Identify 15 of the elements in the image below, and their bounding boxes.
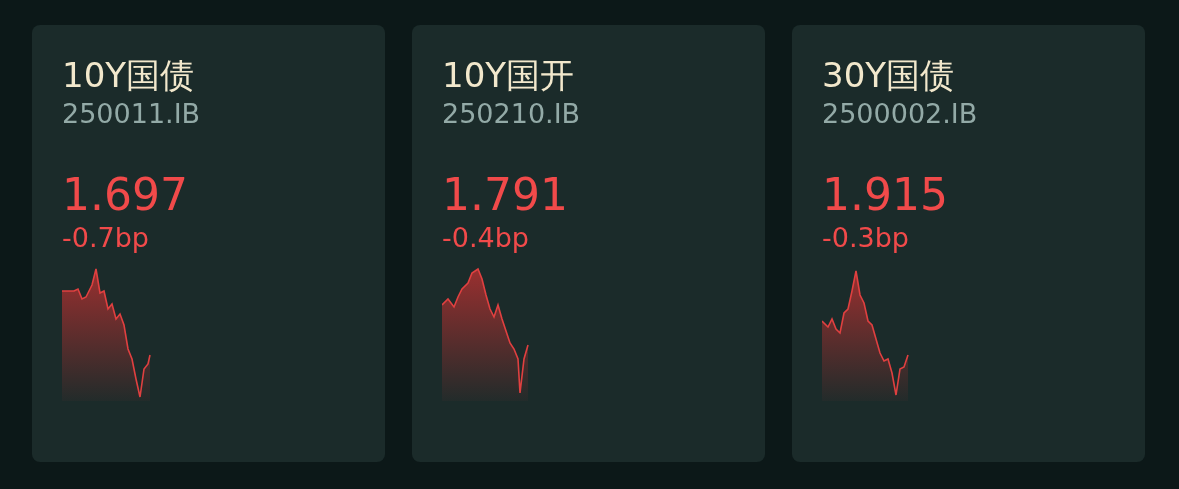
yield-change: -0.4bp	[442, 221, 529, 255]
bond-name: 30Y国债	[822, 54, 955, 97]
bond-name: 10Y国开	[442, 54, 575, 97]
yield-change: -0.7bp	[62, 221, 149, 255]
yield-value: 1.697	[62, 169, 188, 221]
yield-value: 1.915	[822, 169, 948, 221]
bond-code: 2500002.IB	[822, 97, 978, 131]
yield-value: 1.791	[442, 169, 568, 221]
bond-code: 250011.IB	[62, 97, 201, 131]
quote-card[interactable]: 30Y国债 2500002.IB 1.915 -0.3bp	[792, 25, 1145, 462]
bond-name: 10Y国债	[62, 54, 195, 97]
bond-code: 250210.IB	[442, 97, 581, 131]
quote-card[interactable]: 10Y国开 250210.IB 1.791 -0.4bp	[412, 25, 765, 462]
quote-card[interactable]: 10Y国债 250011.IB 1.697 -0.7bp	[32, 25, 385, 462]
yield-change: -0.3bp	[822, 221, 909, 255]
